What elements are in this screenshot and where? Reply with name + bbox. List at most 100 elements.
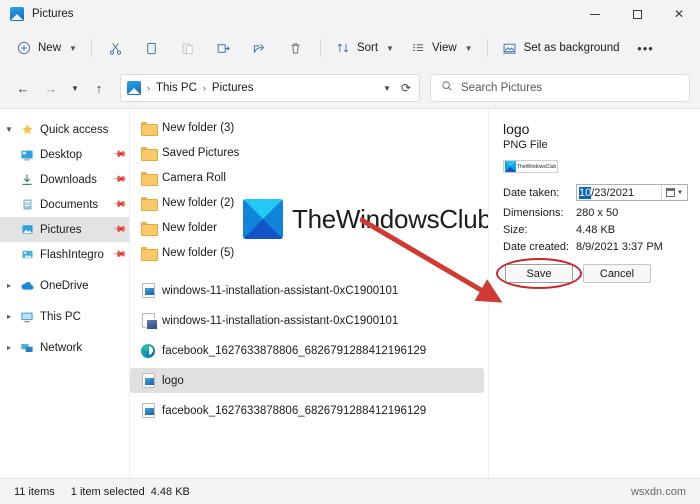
table-row[interactable]: facebook_1627633878806_68267912884121961… <box>130 338 484 363</box>
property-date-created: Date created: 8/9/2021 3:37 PM <box>503 238 688 255</box>
png-file-icon <box>138 403 158 418</box>
thispc-icon <box>18 310 36 324</box>
file-thumbnail: TheWindowsClub <box>503 160 558 173</box>
refresh-icon[interactable]: ⟳ <box>401 81 411 95</box>
date-taken-input[interactable]: 10/23/2021 ▼ <box>576 184 688 201</box>
desktop-icon <box>18 148 36 162</box>
rename-button[interactable] <box>206 33 242 63</box>
chevron-down-icon: ▼ <box>69 43 77 53</box>
up-button[interactable]: ↑ <box>86 75 112 101</box>
forward-button[interactable]: → <box>38 75 64 101</box>
sidebar-label-downloads: Downloads <box>40 173 97 186</box>
date-taken-label: Date taken: <box>503 186 560 199</box>
sidebar-item-onedrive[interactable]: ▸ OneDrive <box>0 273 129 298</box>
cut-icon <box>108 40 124 56</box>
breadcrumb-separator-0: › <box>147 83 150 93</box>
sidebar-item-documents[interactable]: Documents 📌 <box>0 192 129 217</box>
chevron-right-icon-onedrive[interactable]: ▸ <box>0 281 18 290</box>
date-picker-button[interactable]: ▼ <box>661 185 687 200</box>
chevron-down-icon-date: ▼ <box>677 189 683 196</box>
more-options-button[interactable]: ••• <box>628 33 664 63</box>
back-button[interactable]: ← <box>10 75 36 101</box>
cancel-button[interactable]: Cancel <box>583 264 651 283</box>
save-button-wrap: Save <box>496 258 582 289</box>
address-dropdown-icon[interactable]: ▼ <box>383 84 391 93</box>
folder-icon <box>138 196 158 211</box>
cut-button[interactable] <box>98 33 134 63</box>
sidebar-item-flashintegro[interactable]: FlashIntegro 📌 <box>0 242 129 267</box>
sort-button[interactable]: Sort ▼ <box>327 33 402 63</box>
pin-icon-flashintegro[interactable]: 📌 <box>112 247 127 263</box>
toolbar-divider-3 <box>486 39 488 57</box>
close-icon: ✕ <box>673 7 685 21</box>
close-button[interactable]: ✕ <box>658 0 700 28</box>
sidebar-item-downloads[interactable]: Downloads 📌 <box>0 167 129 192</box>
folder-icon <box>138 121 158 136</box>
copy-button[interactable] <box>134 33 170 63</box>
share-button[interactable] <box>242 33 278 63</box>
view-icon <box>410 40 426 56</box>
selection-count: 1 item selected <box>70 485 145 498</box>
status-bar: 11 items 1 item selected 4.48 KB wsxdn.c… <box>0 478 700 504</box>
paste-button[interactable] <box>170 33 206 63</box>
table-row[interactable]: New folder <box>130 215 484 240</box>
set-as-background-button[interactable]: Set as background <box>494 33 628 63</box>
pin-icon-downloads[interactable]: 📌 <box>112 172 127 188</box>
file-name: Saved Pictures <box>162 146 240 159</box>
file-name: New folder (3) <box>162 121 235 134</box>
sort-icon <box>335 40 351 56</box>
breadcrumb-pictures[interactable]: Pictures <box>212 82 254 94</box>
address-bar[interactable]: › This PC › Pictures ▼ ⟳ <box>120 74 420 102</box>
file-name: New folder <box>162 221 217 234</box>
maximize-button[interactable] <box>616 0 658 28</box>
pin-icon-pictures[interactable]: 📌 <box>112 222 127 238</box>
size-value: 4.48 KB <box>576 223 616 236</box>
documents-icon <box>18 198 36 211</box>
window-controls: ✕ <box>574 0 700 28</box>
table-row[interactable]: windows-11-installation-assistant-0xC190… <box>130 308 484 333</box>
new-button[interactable]: New ▼ <box>8 33 85 63</box>
properties-actions: Save Cancel <box>496 258 688 289</box>
sidebar-label-flashintegro: FlashIntegro <box>40 248 104 261</box>
pin-icon-desktop[interactable]: 📌 <box>112 147 127 163</box>
chevron-down-icon-recent: ▼ <box>71 83 79 93</box>
table-row[interactable]: facebook_1627633878806_68267912884121961… <box>130 398 484 423</box>
page-title: logo <box>503 121 530 137</box>
thumbnail-text: TheWindowsClub <box>517 163 557 170</box>
search-placeholder: Search Pictures <box>461 82 543 94</box>
table-row[interactable]: New folder (3) <box>130 115 484 140</box>
save-button[interactable]: Save <box>505 264 573 283</box>
table-row[interactable]: New folder (2) <box>130 190 484 215</box>
folder-icon <box>138 146 158 161</box>
sidebar-item-pictures[interactable]: Pictures 📌 <box>0 217 129 242</box>
png-file-icon <box>138 283 158 298</box>
search-box[interactable]: Search Pictures <box>430 74 690 102</box>
file-name: facebook_1627633878806_68267912884121961… <box>162 344 427 357</box>
minimize-button[interactable] <box>574 0 616 28</box>
chevron-expanded-icon[interactable]: ▼ <box>0 125 18 134</box>
sidebar-item-network[interactable]: ▸ Network <box>0 335 129 360</box>
selection-info: 1 item selected 4.48 KB <box>71 486 190 498</box>
file-name: New folder (2) <box>162 196 235 209</box>
chevron-right-icon-network[interactable]: ▸ <box>0 343 18 352</box>
pin-icon-documents[interactable]: 📌 <box>112 197 127 213</box>
table-row[interactable]: windows-11-installation-assistant-0xC190… <box>130 278 484 303</box>
breadcrumb-this-pc[interactable]: This PC <box>156 82 197 94</box>
table-row[interactable]: Camera Roll <box>130 165 484 190</box>
view-label: View <box>431 42 457 54</box>
sidebar-item-quick-access[interactable]: ▼ Quick access <box>0 117 129 142</box>
sidebar-label-pictures: Pictures <box>40 223 82 236</box>
table-row[interactable]: Saved Pictures <box>130 140 484 165</box>
calendar-icon <box>666 188 676 197</box>
table-row-selected[interactable]: logo <box>130 368 484 393</box>
plus-circle-icon <box>16 40 32 56</box>
pictures-icon <box>18 223 36 236</box>
delete-button[interactable] <box>278 33 314 63</box>
minimize-icon <box>590 13 600 15</box>
chevron-right-icon-thispc[interactable]: ▸ <box>0 312 18 321</box>
view-button[interactable]: View ▼ <box>402 33 481 63</box>
sidebar-item-this-pc[interactable]: ▸ This PC <box>0 304 129 329</box>
sidebar-item-desktop[interactable]: Desktop 📌 <box>0 142 129 167</box>
table-row[interactable]: New folder (5) <box>130 240 484 265</box>
recent-locations-button[interactable]: ▼ <box>66 75 84 101</box>
